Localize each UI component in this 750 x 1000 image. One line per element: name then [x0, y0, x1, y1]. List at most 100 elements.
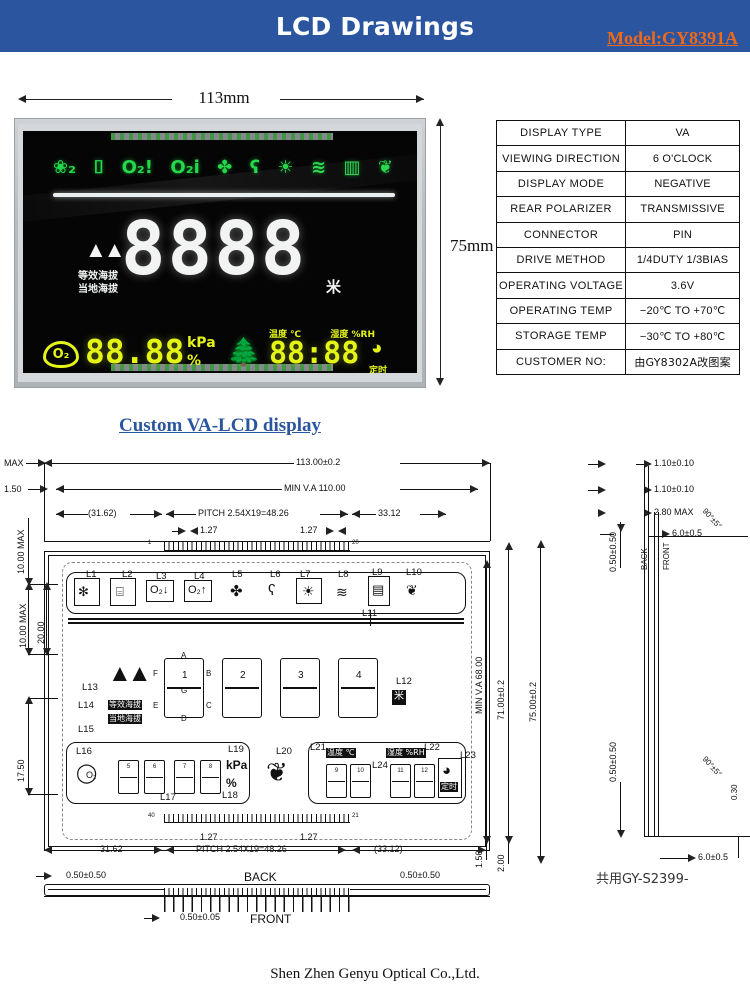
- wifi-icon: ≋: [336, 584, 348, 600]
- altitude-local-label: 当地海拔: [108, 714, 142, 724]
- kpa-unit-label: kPa: [226, 758, 248, 772]
- pressure-digit-8: 8: [200, 760, 221, 794]
- segment-label-l7: L7: [300, 569, 311, 580]
- digit-number-12: 12: [421, 768, 428, 774]
- pressure-digit-display: 88.88: [85, 332, 185, 371]
- sun-icon: ☀: [302, 583, 315, 599]
- dim-min-va-height: MIN V.A 68.00: [474, 656, 484, 714]
- co2-icon: ✻: [78, 584, 89, 599]
- lcd-glass-area: ❀₂ ⌷ O₂! O₂i ✤ ʕ ☀ ≋ ▥ ❦ ▲▲ 等效海拔 当地海拔 88…: [23, 131, 417, 373]
- dim-height-75: 75.00±0.2: [528, 682, 538, 722]
- table-row: VIEWING DIRECTION 6 O'CLOCK: [495, 145, 740, 172]
- table-row: CONNECTOR PIN: [495, 221, 740, 248]
- dim-127-d: 1.27: [300, 832, 318, 842]
- dim-pitch: PITCH 2.54X19=48.26: [198, 508, 289, 518]
- altitude-equivalent-label: 等效海拔: [108, 700, 142, 710]
- pin-teeth-top: [164, 542, 350, 551]
- filter-icon: ▥: [343, 157, 361, 178]
- segment-label-l21: L21: [310, 742, 326, 753]
- spec-value: VA: [625, 119, 740, 147]
- dim-bottom-left: 31.62: [100, 844, 123, 854]
- digit-4-outline: [338, 658, 378, 718]
- dim-height-71: 71.00±0.2: [496, 680, 506, 720]
- table-row: OPERATING TEMP −20℃ TO +70℃: [495, 297, 740, 325]
- spec-key: DISPLAY TYPE: [495, 119, 627, 147]
- o2-cloud-icon: O₂: [43, 341, 79, 368]
- profile-pin-legs: [164, 896, 350, 912]
- lcd-bottom-zone: O₂ 88.88 kPa % 🌲 温度 ℃ 湿度 %RH 88:88 ◕ 定时: [41, 327, 393, 373]
- side-back-label: BACK: [640, 548, 649, 570]
- segment-letter-a: A: [181, 651, 187, 660]
- dim-127-c: 1.27: [200, 832, 218, 842]
- segment-letter-g: G: [181, 686, 188, 695]
- side-dim-280: 2.80 MAX: [654, 507, 694, 517]
- side-dim-050-b: 0.50±0.50: [608, 742, 618, 782]
- dim-150-label: 1.50: [4, 484, 22, 494]
- dim-left-offset: (31.62): [88, 508, 117, 518]
- wind-icon: ʕ: [268, 582, 276, 599]
- spec-value: 1/4DUTY 1/3BIAS: [625, 246, 740, 274]
- segment-label-l5: L5: [232, 569, 243, 580]
- dim-050-005: 0.50±0.05: [180, 912, 220, 922]
- pin-strip-top: [111, 133, 333, 140]
- tree-icon: 🌲: [227, 337, 261, 367]
- segment-label-l18: L18: [222, 790, 238, 801]
- battery-icon: ⌸: [116, 584, 124, 599]
- profile-pin-teeth: [164, 888, 350, 896]
- spec-key: STORAGE TEMP: [495, 323, 627, 350]
- side-dim-60-b: 6.0±0.5: [698, 852, 728, 862]
- segment-label-l12: L12: [396, 676, 412, 687]
- altitude-local-label: 当地海拔: [78, 283, 118, 295]
- photo-width-label: 113mm: [198, 88, 250, 107]
- photo-caption-text: Custom VA-LCD display: [118, 415, 321, 436]
- segment-label-l22: L22: [424, 742, 440, 753]
- digit-number-8: 8: [208, 764, 213, 770]
- timer-label: 定时: [440, 782, 458, 792]
- digit-number-4: 4: [356, 670, 362, 681]
- dim-050-left: 0.50±0.50: [66, 870, 106, 880]
- dim-050-right: 0.50±0.50: [400, 870, 440, 880]
- spec-key: CUSTOMER NO:: [495, 348, 627, 375]
- o2-up-icon: O₂↑: [188, 584, 207, 596]
- mountain-icon: ▲▲: [108, 660, 151, 687]
- dim-bottom-pitch: PITCH 2.54X19=48.26: [196, 844, 287, 854]
- dim-overall-width: 113.00±0.2: [296, 457, 341, 467]
- segment-label-l2: L2: [122, 569, 133, 580]
- pressure-digit-5: 5: [118, 760, 139, 794]
- segment-letter-e: E: [153, 701, 159, 710]
- humidity-header: 湿度 %RH: [386, 748, 426, 758]
- side-dim-110-a: 1.10±0.10: [654, 458, 694, 468]
- spec-value: 3.6V: [625, 272, 740, 299]
- segment-label-l17: L17: [160, 792, 176, 803]
- photo-height-label: 75mm: [450, 236, 494, 255]
- altitude-equivalent-label: 等效海拔: [78, 271, 118, 282]
- dim-bottom-right: (33.12): [374, 844, 403, 854]
- spec-key: VIEWING DIRECTION: [495, 145, 627, 172]
- photo-caption: Custom VA-LCD display: [14, 415, 426, 437]
- segment-letter-b: B: [206, 669, 212, 678]
- digit-3-outline: [280, 658, 320, 718]
- model-number: Model:GY8391A: [607, 28, 738, 48]
- lcd-drawing-page: LCD Drawings Model:GY8391A 113mm 75mm ❀₂…: [0, 0, 750, 1000]
- side-angle-a: 90°±5°: [700, 506, 724, 531]
- spec-value: PIN: [625, 221, 740, 248]
- sun-icon: ☀: [277, 157, 294, 178]
- temperature-header: 温度 ℃: [326, 748, 356, 758]
- page-header: LCD Drawings Model:GY8391A: [0, 0, 750, 52]
- temp-digit-9: 9: [326, 764, 347, 798]
- spec-key: DISPLAY MODE: [495, 170, 627, 198]
- o2-up-icon: O₂i: [170, 157, 200, 178]
- table-row: DISPLAY TYPE VA: [495, 119, 740, 147]
- segment-label-l6: L6: [270, 569, 281, 580]
- pressure-digit-6: 6: [144, 760, 165, 794]
- digit-number-9: 9: [334, 768, 339, 774]
- pin-teeth-bottom: [164, 814, 350, 823]
- wind-icon: ʕ: [249, 157, 260, 178]
- tree-icon: ❦: [266, 757, 288, 787]
- meter-unit-label: 米: [326, 278, 342, 296]
- segment-label-l8: L8: [338, 569, 349, 580]
- digit-number-7: 7: [182, 764, 187, 770]
- digit-number-3: 3: [298, 670, 304, 681]
- kpa-unit-label: kPa: [187, 335, 216, 351]
- altitude-labels: 等效海拔 当地海拔: [78, 271, 118, 296]
